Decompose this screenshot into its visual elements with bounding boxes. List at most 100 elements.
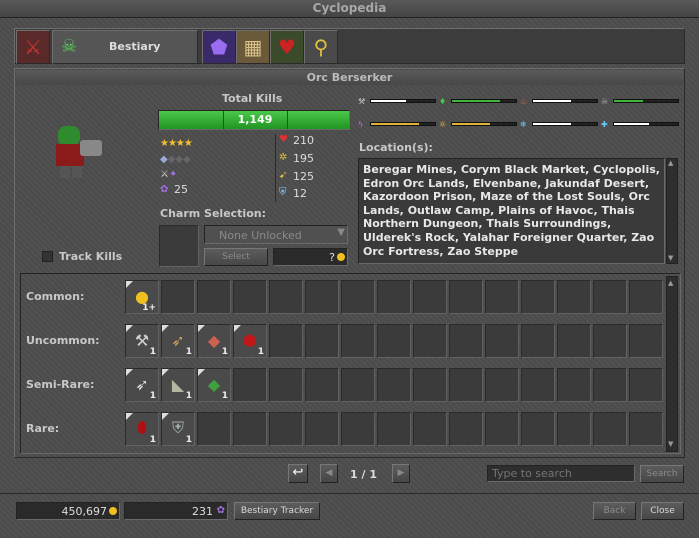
charm-points-icon: ✿ — [160, 184, 169, 195]
loot-slot[interactable] — [593, 412, 627, 446]
loot-slot[interactable]: ⬮ 1 — [125, 412, 159, 446]
loot-slot[interactable] — [197, 280, 231, 314]
gold-balance: 450,697 — [16, 502, 120, 520]
loot-slot[interactable]: ● 1+ — [125, 280, 159, 314]
loot-slot[interactable] — [521, 368, 555, 402]
loot-slot[interactable] — [413, 324, 447, 358]
loot-slot[interactable] — [233, 368, 267, 402]
loot-slot[interactable] — [305, 412, 339, 446]
loot-slot[interactable]: ➶ 1 — [125, 368, 159, 402]
loot-slot[interactable] — [197, 412, 231, 446]
item-count: 1 — [221, 391, 228, 401]
page-indicator: 1 / 1 — [350, 468, 377, 481]
loot-slot[interactable] — [449, 280, 483, 314]
loot-slot[interactable]: ◆ 1 — [197, 368, 231, 402]
loot-slot[interactable]: ◣ 1 — [161, 368, 195, 402]
tab-charms-icon[interactable]: ⬟ — [202, 30, 236, 64]
charm-select-button[interactable]: Select — [204, 248, 268, 266]
loot-slot[interactable] — [413, 412, 447, 446]
loot-slot[interactable] — [269, 368, 303, 402]
charm-balance-value: 231 — [192, 505, 213, 518]
loot-slot[interactable] — [557, 412, 591, 446]
return-icon[interactable]: ↩ — [288, 464, 308, 483]
loot-slot[interactable] — [629, 324, 663, 358]
loot-slot[interactable] — [485, 324, 519, 358]
close-button[interactable]: Close — [641, 502, 684, 520]
track-kills-checkbox[interactable] — [42, 251, 53, 262]
tab-items-icon[interactable]: ⚔ — [16, 30, 50, 64]
loot-slot[interactable] — [593, 324, 627, 358]
scroll-down-icon[interactable]: ▼ — [668, 440, 673, 448]
loot-slot[interactable] — [485, 368, 519, 402]
loot-slot[interactable] — [593, 280, 627, 314]
loot-slot[interactable]: ⚒ 1 — [125, 324, 159, 358]
resistance-bar — [451, 122, 517, 126]
loot-slot[interactable] — [161, 280, 195, 314]
search-input[interactable] — [487, 465, 635, 482]
loot-slot[interactable] — [449, 324, 483, 358]
kill-progress-bar: 1,149 — [158, 110, 350, 130]
loot-slot[interactable]: ◆ 1 — [197, 324, 231, 358]
resistance-bar — [370, 122, 436, 126]
search-button[interactable]: Search — [640, 465, 684, 483]
loot-slot[interactable] — [377, 280, 411, 314]
loot-slot[interactable]: ⬢ 1 — [233, 324, 267, 358]
loot-slot[interactable] — [485, 412, 519, 446]
loot-slot[interactable] — [341, 324, 375, 358]
loot-slot[interactable] — [233, 412, 267, 446]
loot-slot[interactable] — [269, 324, 303, 358]
loot-slot[interactable] — [341, 368, 375, 402]
loot-slot[interactable] — [341, 412, 375, 446]
tab-bestiary[interactable]: ☠ Bestiary — [52, 30, 198, 64]
back-button[interactable]: Back — [593, 502, 636, 520]
earth-icon: ♦ — [439, 97, 447, 106]
tab-map-icon[interactable]: ▦ — [236, 30, 270, 64]
loot-row-label: Common: — [26, 290, 85, 303]
location-scrollbar[interactable]: ▲ ▼ — [666, 158, 678, 264]
item-count: 1 — [221, 347, 228, 357]
loot-scrollbar[interactable]: ▲ ▼ — [666, 276, 678, 452]
loot-slot[interactable] — [521, 412, 555, 446]
loot-slot[interactable] — [629, 368, 663, 402]
resistance-bar — [532, 122, 598, 126]
bestiary-tracker-button[interactable]: Bestiary Tracker — [234, 502, 320, 520]
loot-slot[interactable] — [413, 280, 447, 314]
loot-slot[interactable] — [449, 368, 483, 402]
loot-slot[interactable] — [557, 368, 591, 402]
creature-sprite — [50, 120, 114, 184]
next-page-icon[interactable]: ▶ — [392, 464, 410, 483]
charm-dropdown[interactable]: None Unlocked ▼ — [204, 225, 348, 244]
loot-slot[interactable]: ⛨ 1 — [161, 412, 195, 446]
loot-slot[interactable] — [521, 324, 555, 358]
fire-icon: ♨ — [520, 97, 528, 106]
loot-slot[interactable] — [341, 280, 375, 314]
prev-page-icon[interactable]: ◀ — [320, 464, 338, 483]
loot-slot[interactable] — [305, 280, 339, 314]
scroll-up-icon[interactable]: ▲ — [668, 279, 673, 287]
loot-slot[interactable] — [377, 368, 411, 402]
loot-slot[interactable] — [557, 280, 591, 314]
loot-slot[interactable] — [557, 324, 591, 358]
loot-slot[interactable] — [413, 368, 447, 402]
tab-bosstiary-icon[interactable]: ♥ — [270, 30, 304, 64]
loot-slot[interactable] — [269, 280, 303, 314]
loot-slot[interactable] — [521, 280, 555, 314]
loot-slot[interactable] — [377, 412, 411, 446]
loot-slot[interactable] — [305, 368, 339, 402]
loot-slot[interactable] — [377, 324, 411, 358]
charm-balance: 231 ✿ — [124, 502, 228, 520]
loot-slot[interactable] — [449, 412, 483, 446]
loot-slot[interactable] — [629, 412, 663, 446]
loot-slot[interactable] — [233, 280, 267, 314]
loot-row-label: Rare: — [26, 422, 60, 435]
experience-value: 195 — [293, 152, 314, 165]
loot-slot[interactable]: ➶ 1 — [161, 324, 195, 358]
loot-slot[interactable] — [269, 412, 303, 446]
loot-slot[interactable] — [305, 324, 339, 358]
loot-slot[interactable] — [593, 368, 627, 402]
loot-slot[interactable] — [629, 280, 663, 314]
loot-slot[interactable] — [485, 280, 519, 314]
tab-search-icon[interactable]: ⚲ — [304, 30, 338, 64]
tab-bestiary-label: Bestiary — [109, 40, 161, 53]
window-title-bar[interactable]: Cyclopedia — [0, 0, 699, 18]
